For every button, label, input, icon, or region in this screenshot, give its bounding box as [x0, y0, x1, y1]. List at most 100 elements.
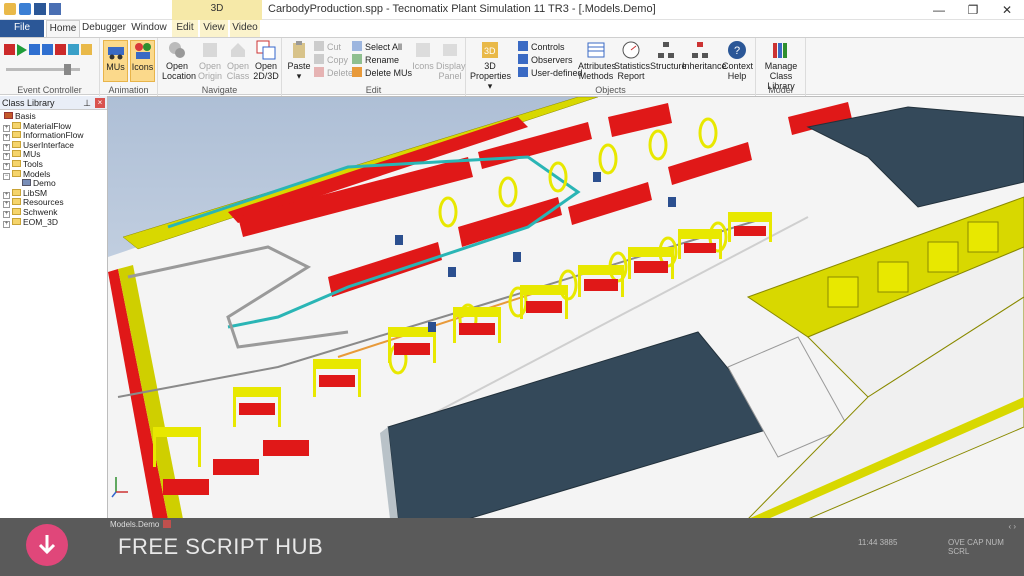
tab-edit[interactable]: Edit: [172, 20, 198, 37]
delete-mus-icon: [352, 67, 362, 77]
tree-label: EOM_3D: [23, 216, 58, 227]
controls-icon: [518, 41, 528, 51]
tree-item-userinterface[interactable]: + UserInterface: [0, 140, 107, 151]
mus-icon: [107, 47, 124, 60]
close-icon[interactable]: ×: [95, 98, 105, 108]
inheritance-icon: [692, 42, 708, 58]
open-origin-button[interactable]: Open Origin: [196, 40, 224, 81]
window-title: CarbodyProduction.spp - Tecnomatix Plant…: [268, 3, 656, 15]
tab-window[interactable]: Window: [130, 20, 168, 37]
plant-3d-scene[interactable]: [108, 97, 1024, 518]
speed-slider[interactable]: [6, 64, 80, 75]
books-icon: [773, 43, 787, 58]
icons-icon: [134, 43, 151, 59]
icons-button[interactable]: Icons: [130, 40, 155, 82]
step-icon[interactable]: [29, 44, 40, 55]
pin-icon[interactable]: ⊥: [83, 96, 91, 110]
frame-icon: [22, 179, 31, 187]
tab-debugger[interactable]: Debugger: [82, 20, 126, 37]
observers-button[interactable]: Observers: [518, 54, 573, 66]
maximize-button[interactable]: ❐: [956, 0, 990, 20]
rename-button[interactable]: Rename: [352, 54, 399, 66]
group-label: Objects: [595, 85, 626, 95]
edit-icons-icon: [416, 43, 430, 57]
inheritance-button[interactable]: Inheritance: [682, 40, 727, 71]
paste-button[interactable]: Paste ▾: [286, 40, 312, 81]
open-class-label-1: Open: [226, 61, 250, 71]
attributes-methods-button[interactable]: Attributes Methods: [578, 40, 616, 81]
tab-view[interactable]: View: [200, 20, 228, 37]
tree-item-demo[interactable]: Demo: [0, 178, 107, 189]
copy-button[interactable]: Copy: [314, 54, 348, 66]
rename-icon: [352, 54, 362, 64]
tab-file[interactable]: File: [0, 20, 44, 37]
open-2d3d-button[interactable]: Open 2D/3D: [252, 40, 280, 81]
speed-slider-thumb[interactable]: [64, 64, 71, 75]
tab-video[interactable]: Video: [230, 20, 260, 37]
structure-tree-icon: [658, 42, 674, 58]
download-icon[interactable]: [26, 524, 68, 566]
statistics-report-button[interactable]: Statistics Report: [614, 40, 650, 81]
cut-button[interactable]: Cut: [314, 41, 341, 53]
library-icon: [4, 112, 13, 119]
status-bar: Models.Demo FREE SCRIPT HUB 11:44 3885 O…: [0, 518, 1024, 576]
folder-icon: [12, 150, 21, 158]
tree-label: MaterialFlow: [23, 120, 72, 131]
context-help-button[interactable]: ? Context Help: [722, 40, 753, 81]
structure-button[interactable]: Structure: [650, 40, 687, 71]
controls-button[interactable]: Controls: [518, 41, 565, 53]
class-library-title: Class Library: [2, 98, 55, 108]
open-origin-icon: [203, 43, 217, 57]
save-all-icon[interactable]: [49, 3, 61, 15]
new-file-icon[interactable]: [19, 3, 31, 15]
select-all-label: Select All: [365, 42, 403, 52]
delete-button[interactable]: Delete: [314, 67, 353, 79]
keyboard-flags: OVE CAP NUM SCRL: [948, 538, 1004, 556]
document-tab[interactable]: Models.Demo: [110, 520, 172, 529]
folder-icon: [12, 131, 21, 139]
open-class-label-2: Class: [226, 71, 250, 81]
tree-item-tools[interactable]: + Tools: [0, 158, 107, 170]
group-objects: 3D 3D Properties ▾ Controls Observers Use…: [466, 38, 756, 96]
close-tab-icon[interactable]: [163, 520, 172, 528]
observers-icon: [518, 54, 528, 64]
group-model: Manage Class Library Model: [756, 38, 806, 96]
tree-item-eom-3d[interactable]: + EOM_3D: [0, 216, 107, 228]
open-location-button[interactable]: Open Location: [162, 40, 196, 81]
reset-icon[interactable]: [4, 44, 15, 55]
close-button[interactable]: ✕: [990, 0, 1024, 20]
copy-icon: [314, 54, 324, 64]
group-label: Edit: [365, 85, 382, 95]
manage-class-library-button[interactable]: Manage Class Library: [758, 40, 804, 91]
open-folder-icon[interactable]: [4, 3, 16, 15]
user-defined-button[interactable]: User-defined: [518, 67, 583, 79]
tab-home[interactable]: Home: [46, 20, 80, 37]
select-all-button[interactable]: Select All: [352, 41, 402, 53]
expand-icon[interactable]: +: [3, 220, 10, 228]
minimize-button[interactable]: —: [922, 0, 956, 20]
display-panel-button[interactable]: Display Panel: [436, 40, 466, 81]
tree-label: Resources: [23, 197, 64, 208]
open-class-button[interactable]: Open Class: [224, 40, 252, 81]
tree-item-mus[interactable]: + MUs: [0, 150, 107, 161]
manage-class-library-label-1: Manage: [764, 61, 798, 71]
delete-mus-button[interactable]: Delete MUs: [352, 67, 412, 79]
properties-3d-button[interactable]: 3D 3D Properties ▾: [470, 40, 511, 91]
save-icon[interactable]: [34, 3, 46, 15]
start-icon[interactable]: [17, 44, 27, 56]
mus-button[interactable]: MUs: [103, 40, 128, 82]
tab-scroll-arrows[interactable]: ‹ ›: [1008, 522, 1016, 531]
fast-forward-icon[interactable]: [42, 44, 53, 55]
class-library-panel: Class Library ⊥ × Basis + MaterialFlow + I…: [0, 96, 108, 518]
display-panel-label-1: Display: [436, 61, 466, 71]
tree-label: Basis: [15, 111, 36, 121]
contextual-tab-3d[interactable]: 3D: [172, 0, 262, 20]
real-time-icon[interactable]: [68, 44, 79, 55]
brand-watermark: FREE SCRIPT HUB: [118, 534, 324, 559]
edit-icons-button[interactable]: Icons: [410, 40, 436, 71]
stop-icon[interactable]: [55, 44, 66, 55]
3d-viewport[interactable]: [108, 96, 1024, 518]
event-list-icon[interactable]: [81, 44, 92, 55]
tree-label: Tools: [23, 158, 43, 169]
tree-label: Models: [23, 168, 51, 179]
